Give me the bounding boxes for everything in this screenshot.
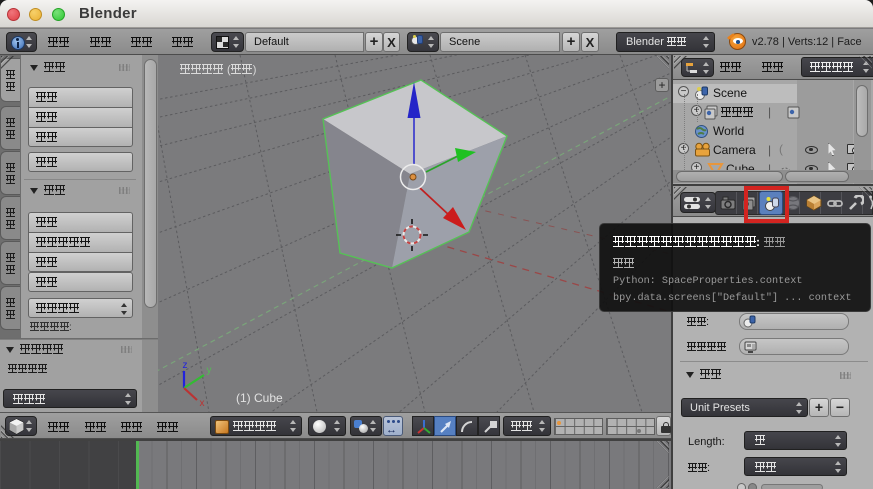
svg-text:x: x [200, 398, 205, 409]
svg-text:z: z [183, 360, 188, 371]
svg-text:y: y [207, 365, 212, 376]
